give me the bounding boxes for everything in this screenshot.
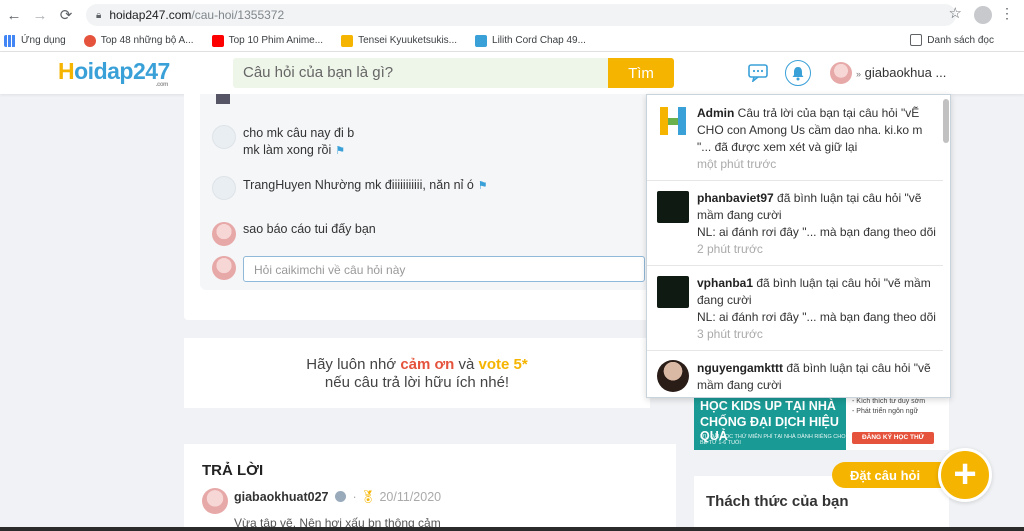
user-avatar xyxy=(657,360,689,392)
notification-time: một phút trước xyxy=(697,157,777,171)
bookmark-label: Top 48 những bộ A... xyxy=(100,35,194,46)
answer-date: 20/11/2020 xyxy=(379,490,442,504)
answer-avatar[interactable] xyxy=(202,488,228,514)
user-avatar xyxy=(657,191,689,223)
youtube-icon xyxy=(211,34,224,47)
bookmark-apps[interactable]: Ứng dụng xyxy=(4,34,66,47)
answer-username[interactable]: giabaokhuat027 xyxy=(234,490,328,504)
notification-user: phanbaviet97 xyxy=(697,191,774,205)
rank-badge-icon xyxy=(334,491,346,502)
thanks-reminder: Hãy luôn nhớ cảm ơn và vote 5* nếu câu t… xyxy=(184,338,650,408)
url-bar[interactable]: 🔒︎ hoidap247.com /cau-hoi/1355372 xyxy=(86,4,956,26)
notifications-scrollbar[interactable] xyxy=(943,99,949,395)
bookmark-item[interactable]: Top 10 Phim Anime... xyxy=(211,34,324,47)
bookmark-label: Top 10 Phim Anime... xyxy=(228,35,324,46)
notification-user: nguyengamkttt xyxy=(697,361,784,375)
notifications-dropdown: Admin Câu trả lời của bạn tại câu hỏi "v… xyxy=(646,94,951,398)
notification-item[interactable]: nguyengamkttt đã bình luận tại câu hỏi "… xyxy=(647,351,943,397)
comment-avatar xyxy=(212,176,236,200)
notification-bell-button[interactable] xyxy=(785,60,811,86)
comment-avatar-partial xyxy=(216,94,230,104)
notification-item[interactable]: Admin Câu trả lời của bạn tại câu hỏi "v… xyxy=(647,95,943,181)
chevron-down-icon: » xyxy=(856,69,862,79)
bookmarks-bar: Ứng dụng Top 48 những bộ A... Top 10 Phi… xyxy=(0,30,1024,52)
answer-card: TRẢ LỜI giabaokhuat027 · 🏅︎ 20/11/2020 V… xyxy=(184,444,676,531)
report-flag-icon[interactable]: ⚑ xyxy=(478,180,488,192)
comment-text: TrangHuyen Nhường mk điiiiiiiiiii, năn n… xyxy=(243,178,488,192)
user-menu[interactable]: » giabaokhua ... xyxy=(856,65,946,80)
comment-avatar xyxy=(212,125,236,149)
notification-time: 3 phút trước xyxy=(697,327,763,341)
site-header: Hoidap247 .com Câu hỏi của bạn là gì? Tì… xyxy=(0,52,1024,94)
username: giabaokhua ... xyxy=(864,65,947,80)
scrollbar-thumb[interactable] xyxy=(943,99,949,143)
challenge-title: Thách thức của bạn xyxy=(706,493,849,510)
comment-input[interactable]: Hỏi caikimchi về câu hỏi này xyxy=(243,256,645,282)
url-host: hoidap247.com xyxy=(109,8,192,22)
lock-icon: 🔒︎ xyxy=(96,9,102,21)
bell-icon xyxy=(792,66,804,80)
medal-icon: 🏅︎ xyxy=(360,490,376,504)
back-arrow-icon[interactable]: ← xyxy=(2,3,26,27)
search-input[interactable]: Câu hỏi của bạn là gì? xyxy=(233,58,608,88)
site-favicon-icon xyxy=(341,34,354,47)
user-avatar[interactable] xyxy=(830,62,852,84)
user-avatar xyxy=(657,276,689,308)
bookmark-label: Ứng dụng xyxy=(21,35,66,46)
ask-question-label[interactable]: Đặt câu hỏi xyxy=(832,462,942,488)
answer-meta: giabaokhuat027 · 🏅︎ 20/11/2020 xyxy=(234,490,442,504)
answer-title: TRẢ LỜI xyxy=(202,462,264,479)
profile-icon[interactable] xyxy=(974,6,992,24)
ad-signup-button[interactable]: ĐĂNG KÝ HỌC THỬ xyxy=(852,432,934,444)
reading-list-button[interactable]: Danh sách đọc xyxy=(910,34,994,46)
bookmark-item[interactable]: Lilith Cord Chap 49... xyxy=(475,34,586,47)
bookmark-label: Tensei Kyuuketsukis... xyxy=(358,35,458,46)
bookmark-item[interactable]: Tensei Kyuuketsukis... xyxy=(341,34,458,47)
admin-logo-icon xyxy=(657,105,689,137)
chat-icon[interactable] xyxy=(748,64,768,82)
reading-list-icon xyxy=(910,34,923,46)
site-favicon-icon xyxy=(475,34,488,47)
forward-arrow-icon[interactable]: → xyxy=(28,3,52,27)
url-path: /cau-hoi/1355372 xyxy=(191,8,285,22)
advertisement-banner[interactable]: HỌC KIDS UP TẠI NHÀ CHỐNG ĐẠI DỊCH HIỆU … xyxy=(694,394,949,450)
browser-toolbar: ← → ⟳ 🔒︎ hoidap247.com /cau-hoi/1355372 … xyxy=(0,0,1024,30)
bookmark-label: Lilith Cord Chap 49... xyxy=(492,35,586,46)
reading-list-label: Danh sách đọc xyxy=(927,34,994,46)
comment-avatar xyxy=(212,222,236,246)
apps-grid-icon xyxy=(4,34,16,47)
os-taskbar xyxy=(0,527,1024,531)
notification-item[interactable]: phanbaviet97 đã bình luận tại câu hỏi "v… xyxy=(647,181,943,266)
notification-user: Admin xyxy=(697,106,735,120)
more-menu-icon[interactable]: ⋮ xyxy=(1000,5,1014,22)
report-flag-icon[interactable]: ⚑ xyxy=(335,145,345,157)
reload-icon[interactable]: ⟳ xyxy=(54,3,78,27)
notification-user: vphanba1 xyxy=(697,276,754,290)
comment-text: sao báo cáo tui đấy bạn xyxy=(243,222,376,236)
bookmark-star-icon[interactable]: ☆ xyxy=(949,4,962,22)
notification-time: 2 phút trước xyxy=(697,242,763,256)
notification-item[interactable]: vphanba1 đã bình luận tại câu hỏi "vẽ mầ… xyxy=(647,266,943,351)
comment-text: cho mk câu nay đi b mk làm xong rồi ⚑ xyxy=(243,126,355,157)
current-user-avatar xyxy=(212,256,236,280)
site-favicon-icon xyxy=(83,34,96,47)
bookmark-item[interactable]: Top 48 những bộ A... xyxy=(83,34,194,47)
ask-question-plus-icon[interactable]: + xyxy=(938,448,992,502)
search-button[interactable]: Tìm xyxy=(608,58,674,88)
site-logo[interactable]: Hoidap247 .com xyxy=(58,58,170,88)
